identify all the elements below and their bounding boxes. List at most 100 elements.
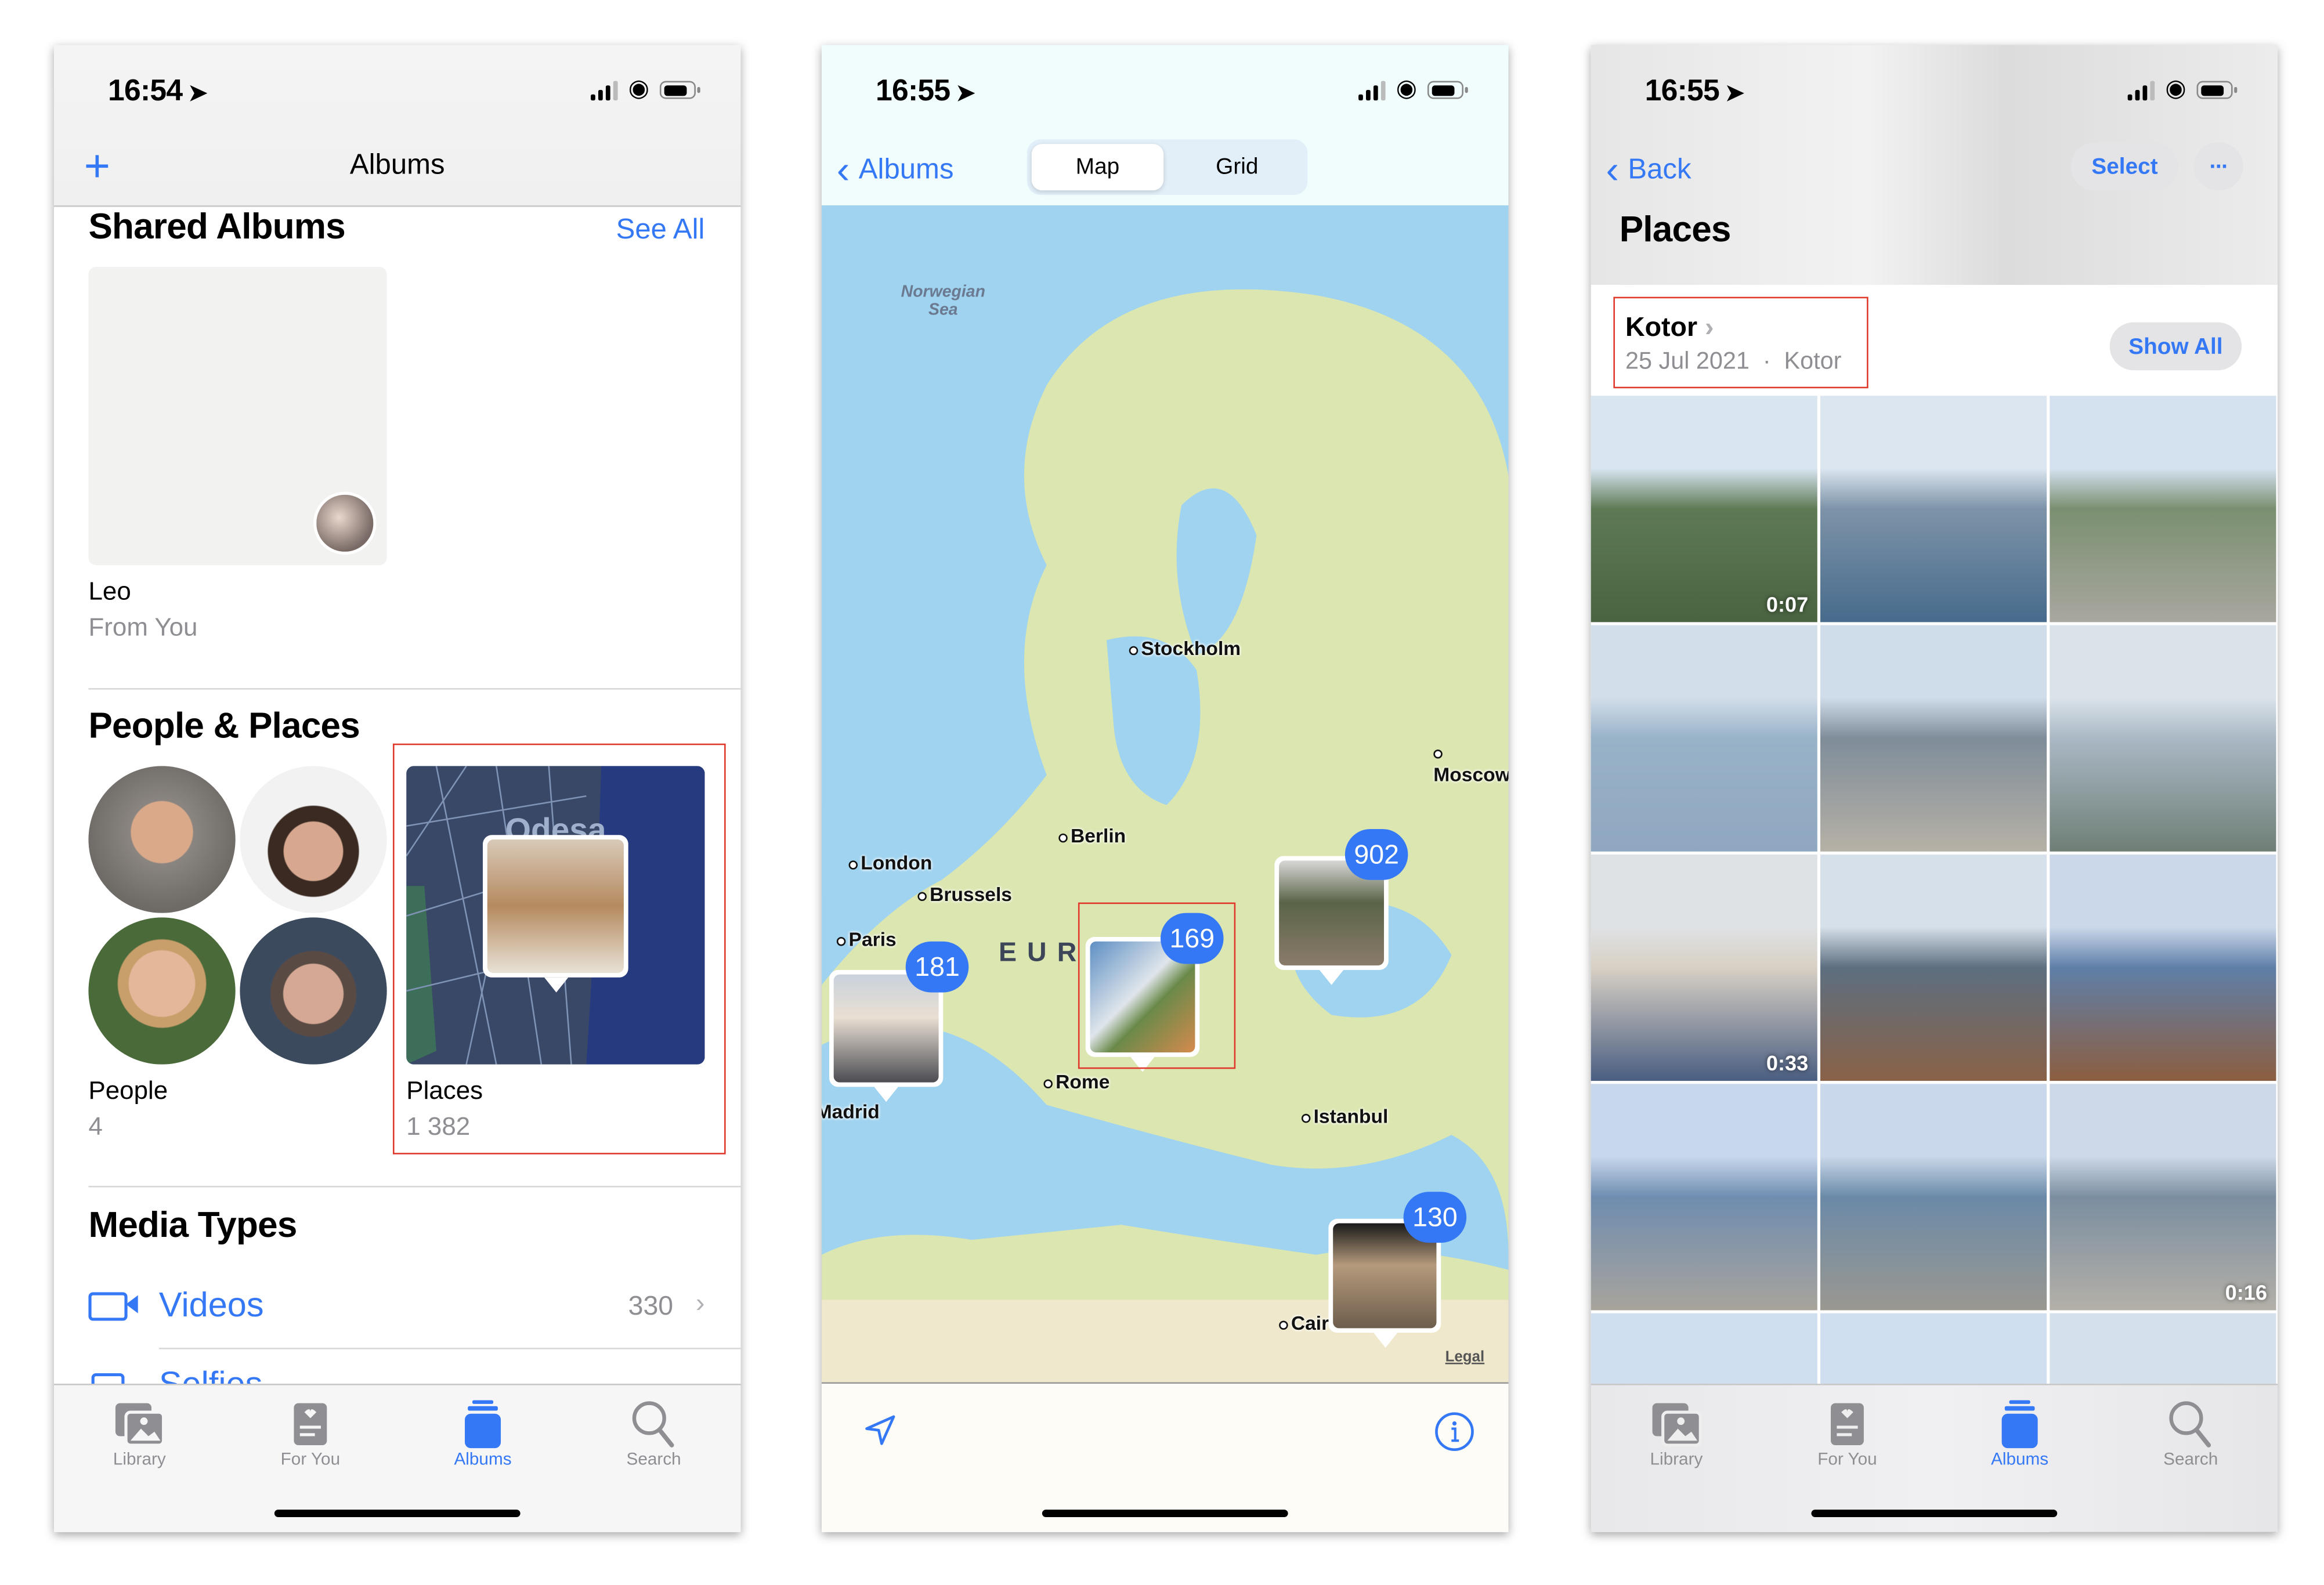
status-bar: 16:55 ➤ ◉	[822, 45, 1508, 135]
media-type-row-videos[interactable]: Videos 330 ›	[54, 1270, 740, 1345]
wifi-icon: ◉	[1396, 76, 1417, 102]
chevron-left-icon: ‹	[836, 147, 850, 192]
photo-thumbnail[interactable]	[2050, 625, 2276, 852]
video-icon	[88, 1292, 128, 1321]
photo-thumbnail[interactable]	[2050, 854, 2276, 1081]
city-label: Moscow	[1433, 740, 1508, 786]
people-label: People	[88, 1076, 168, 1105]
tab-for-you[interactable]: For You	[251, 1397, 371, 1469]
tab-albums[interactable]: Albums	[423, 1397, 543, 1469]
nav-bar: 16:54 ➤ ◉ + Albums	[54, 45, 741, 207]
highlight-box	[1078, 902, 1236, 1069]
media-types-heading: Media Types	[88, 1205, 297, 1246]
photo-thumbnail[interactable]	[1820, 854, 2047, 1081]
cluster-count-badge: 181	[905, 941, 969, 993]
media-type-count: 330	[628, 1290, 674, 1321]
tab-albums[interactable]: Albums	[1960, 1397, 2080, 1469]
highlight-box	[393, 743, 726, 1155]
city-label: Brussels	[917, 883, 1012, 906]
video-duration: 0:07	[1766, 592, 1809, 617]
map-view[interactable]: Norwegian Sea EUROPE Stockholm Moscow Be…	[822, 205, 1509, 1384]
tab-search[interactable]: Search	[2131, 1397, 2251, 1469]
location-arrow-icon: ➤	[188, 81, 208, 107]
photo-thumbnail[interactable]	[2050, 396, 2276, 623]
location-arrow-icon: ➤	[1725, 81, 1744, 107]
legal-link[interactable]: Legal	[1445, 1349, 1485, 1366]
video-duration: 0:33	[1766, 1051, 1809, 1075]
divider	[158, 1348, 741, 1349]
tab-search[interactable]: Search	[594, 1397, 714, 1469]
home-indicator	[1811, 1510, 2058, 1518]
chevron-left-icon: ‹	[1606, 147, 1619, 192]
city-label: Stockholm	[1129, 637, 1241, 660]
albums-screen: 16:54 ➤ ◉ + Albums Shared Albums See All …	[54, 45, 741, 1532]
person-face	[88, 917, 236, 1065]
shared-album-name: Leo	[88, 577, 131, 606]
photo-thumbnail[interactable]	[1820, 396, 2047, 623]
people-count: 4	[88, 1112, 103, 1141]
city-label: London	[849, 852, 932, 874]
photo-thumbnail[interactable]: 0:07	[1591, 396, 1817, 623]
battery-icon	[659, 81, 700, 99]
wifi-icon: ◉	[628, 76, 649, 102]
select-button[interactable]: Select	[2070, 142, 2179, 191]
places-grid-screen: 16:55 ➤ ◉ ‹ Back Select ··· Places Kotor ›…	[1591, 45, 2278, 1532]
photo-thumbnail[interactable]	[1820, 625, 2047, 852]
photo-thumbnail[interactable]	[1591, 1084, 1817, 1311]
page-title: Places	[1619, 209, 1732, 251]
search-icon	[632, 1401, 674, 1448]
status-bar: 16:54 ➤ ◉	[54, 45, 740, 135]
people-places-heading: People & Places	[88, 706, 360, 747]
divider	[88, 688, 741, 690]
tab-bar: Library For You Albums Search	[54, 1384, 741, 1532]
more-button[interactable]: ···	[2193, 142, 2243, 191]
city-label: Istanbul	[1302, 1105, 1389, 1127]
battery-icon	[1427, 81, 1468, 99]
signal-icon	[2127, 80, 2155, 100]
photo-thumbnail[interactable]: 0:16	[2050, 1084, 2276, 1311]
nav-bar: 16:55 ➤ ◉ ‹ Albums Map Grid	[822, 45, 1509, 207]
back-button[interactable]: ‹ Back	[1606, 147, 1691, 193]
status-time: 16:54	[108, 75, 183, 108]
signal-icon	[591, 80, 618, 100]
person-face	[240, 766, 387, 913]
photo-thumbnail[interactable]	[1820, 1084, 2047, 1311]
view-segmented-control: Map Grid	[1027, 139, 1308, 195]
city-label: Paris	[837, 928, 897, 950]
show-all-button[interactable]: Show All	[2109, 322, 2242, 371]
divider	[88, 1185, 741, 1188]
segment-map[interactable]: Map	[1031, 144, 1164, 191]
home-indicator	[1042, 1510, 1288, 1518]
photo-thumbnail[interactable]	[1591, 625, 1817, 852]
photo-thumbnail[interactable]: 0:33	[1591, 854, 1817, 1081]
status-bar: 16:55 ➤ ◉	[1591, 45, 2278, 135]
tab-bar: Library For You Albums Search	[1591, 1384, 2278, 1532]
back-button[interactable]: ‹ Albums	[837, 147, 954, 193]
map-toolbar	[822, 1382, 1509, 1532]
places-map-screen: 16:55 ➤ ◉ ‹ Albums Map Grid Norwegian Sea …	[822, 45, 1509, 1532]
cluster-count-badge: 130	[1403, 1192, 1467, 1243]
for-you-icon	[294, 1403, 327, 1445]
for-you-icon	[1831, 1403, 1864, 1445]
albums-icon	[2001, 1400, 2038, 1449]
see-all-link[interactable]: See All	[616, 215, 705, 248]
current-location-button[interactable]	[863, 1414, 897, 1447]
sea-label: Norwegian Sea	[901, 283, 985, 320]
signal-icon	[1358, 80, 1386, 100]
tab-for-you[interactable]: For You	[1787, 1397, 1907, 1469]
home-indicator	[274, 1510, 521, 1518]
tab-library[interactable]: Library	[79, 1397, 200, 1469]
info-button[interactable]	[1433, 1411, 1475, 1453]
search-icon	[2169, 1401, 2211, 1448]
city-label: Madrid	[822, 1101, 880, 1123]
chevron-right-icon: ›	[695, 1287, 705, 1318]
library-icon	[1652, 1403, 1702, 1447]
person-face	[240, 917, 387, 1065]
person-face	[88, 766, 236, 913]
avatar	[313, 491, 377, 555]
status-time: 16:55	[1644, 75, 1720, 108]
highlight-box	[1613, 296, 1868, 389]
media-type-label: Videos	[158, 1284, 264, 1324]
segment-grid[interactable]: Grid	[1171, 144, 1303, 190]
tab-library[interactable]: Library	[1617, 1397, 1737, 1469]
